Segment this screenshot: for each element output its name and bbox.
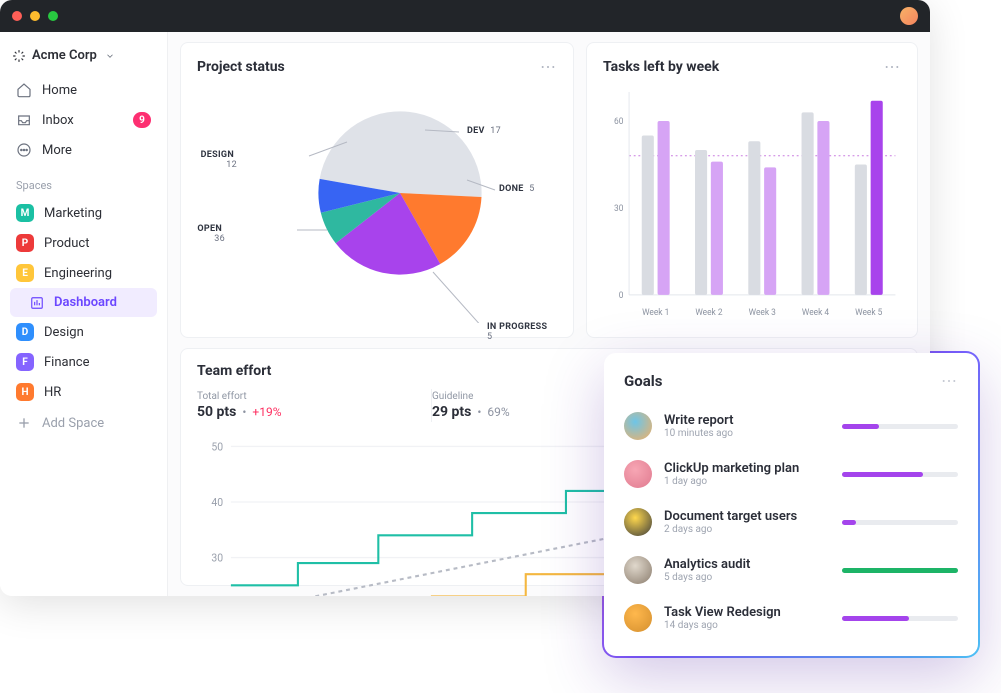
goals-title: Goals — [624, 372, 662, 390]
goal-time: 1 day ago — [664, 476, 830, 487]
nav-inbox[interactable]: Inbox 9 — [10, 105, 157, 135]
home-icon — [16, 82, 32, 98]
space-badge: P — [16, 234, 34, 252]
svg-text:Week 4: Week 4 — [802, 308, 829, 318]
goal-row[interactable]: ClickUp marketing plan 1 day ago — [624, 450, 958, 498]
spaces-section-label: Spaces — [10, 165, 157, 198]
card-title: Project status — [197, 59, 285, 75]
pie-label: DEV 17 — [467, 126, 501, 136]
window-zoom-button[interactable] — [48, 11, 58, 21]
goals-card: Goals ⋯ Write report 10 minutes ago Clic… — [604, 353, 978, 656]
goal-name: Analytics audit — [664, 557, 830, 573]
goal-name: Write report — [664, 413, 830, 429]
goal-avatar — [624, 412, 652, 440]
pie-label: IN PROGRESS 5 — [487, 322, 557, 342]
svg-text:Week 5: Week 5 — [855, 308, 882, 318]
svg-text:40: 40 — [211, 496, 223, 509]
plus-icon — [16, 415, 32, 431]
goal-time: 5 days ago — [664, 572, 830, 583]
svg-text:Week 3: Week 3 — [749, 308, 776, 318]
goal-row[interactable]: Task View Redesign 14 days ago — [624, 594, 958, 642]
project-status-card: Project status ⋯ OPEN 36 DESIGN 12 DEV 17 D… — [180, 42, 574, 338]
inbox-icon — [16, 112, 32, 128]
nav-more[interactable]: More — [10, 135, 157, 165]
card-title: Team effort — [197, 363, 271, 379]
goal-time: 10 minutes ago — [664, 428, 830, 439]
goal-name: ClickUp marketing plan — [664, 461, 830, 477]
space-badge: E — [16, 264, 34, 282]
space-badge: H — [16, 383, 34, 401]
tasks-left-card: Tasks left by week ⋯ 0 30 60 Week 1 Week 2 We… — [586, 42, 918, 338]
goal-name: Task View Redesign — [664, 605, 830, 621]
card-menu-button[interactable]: ⋯ — [884, 57, 901, 76]
goal-name: Document target users — [664, 509, 830, 525]
goal-progress — [842, 616, 958, 621]
workspace-switcher[interactable]: Acme Corp — [10, 44, 157, 75]
card-menu-button[interactable]: ⋯ — [540, 57, 557, 76]
pie-label: OPEN 36 — [197, 224, 225, 244]
window-minimize-button[interactable] — [30, 11, 40, 21]
project-status-chart: OPEN 36DESIGN 12DEV 17DONE 5IN PROGRESS … — [197, 82, 557, 323]
sidebar-space-product[interactable]: PProduct — [10, 228, 157, 258]
svg-text:30: 30 — [614, 204, 624, 214]
goal-progress — [842, 568, 958, 573]
workspace-icon — [12, 49, 26, 63]
chevron-down-icon — [105, 51, 115, 61]
tasks-left-chart: 0 30 60 Week 1 Week 2 Week 3 Week 4 Week 5 — [603, 82, 901, 323]
goal-avatar — [624, 604, 652, 632]
card-menu-button[interactable]: ⋯ — [941, 371, 958, 390]
pie-label: DONE 5 — [499, 184, 535, 194]
nav-home[interactable]: Home — [10, 75, 157, 105]
goal-progress — [842, 424, 958, 429]
card-title: Tasks left by week — [603, 59, 719, 75]
more-icon — [16, 142, 32, 158]
window-titlebar — [0, 0, 930, 32]
sidebar-space-hr[interactable]: HHR — [10, 377, 157, 407]
space-badge: F — [16, 353, 34, 371]
goal-avatar — [624, 460, 652, 488]
goal-progress — [842, 472, 958, 477]
svg-text:30: 30 — [211, 551, 223, 564]
sidebar-space-marketing[interactable]: MMarketing — [10, 198, 157, 228]
goal-avatar — [624, 508, 652, 536]
stat-total: Total effort 50 pts•+19% — [197, 389, 432, 422]
goal-time: 2 days ago — [664, 524, 830, 535]
svg-text:0: 0 — [619, 291, 624, 301]
goal-progress — [842, 520, 958, 525]
goal-row[interactable]: Write report 10 minutes ago — [624, 402, 958, 450]
svg-text:Week 1: Week 1 — [642, 308, 669, 318]
goal-avatar — [624, 556, 652, 584]
space-badge: D — [16, 323, 34, 341]
workspace-name: Acme Corp — [32, 48, 97, 63]
user-avatar[interactable] — [900, 7, 918, 25]
pie-label: DESIGN 12 — [197, 150, 237, 170]
window-close-button[interactable] — [12, 11, 22, 21]
sidebar-space-design[interactable]: DDesign — [10, 317, 157, 347]
sidebar: Acme Corp Home Inbox 9 More Spaces MMark… — [0, 32, 168, 596]
sidebar-space-engineering[interactable]: EEngineering — [10, 258, 157, 288]
svg-text:60: 60 — [614, 117, 624, 127]
space-badge: M — [16, 204, 34, 222]
svg-text:50: 50 — [211, 440, 223, 453]
svg-text:Week 2: Week 2 — [695, 308, 722, 318]
goal-row[interactable]: Analytics audit 5 days ago — [624, 546, 958, 594]
goal-time: 14 days ago — [664, 620, 830, 631]
goal-row[interactable]: Document target users 2 days ago — [624, 498, 958, 546]
add-space-button[interactable]: Add Space — [10, 407, 157, 439]
sidebar-dashboard[interactable]: Dashboard — [10, 288, 157, 317]
inbox-badge: 9 — [133, 112, 151, 128]
sidebar-space-finance[interactable]: FFinance — [10, 347, 157, 377]
dashboard-icon — [30, 296, 44, 310]
